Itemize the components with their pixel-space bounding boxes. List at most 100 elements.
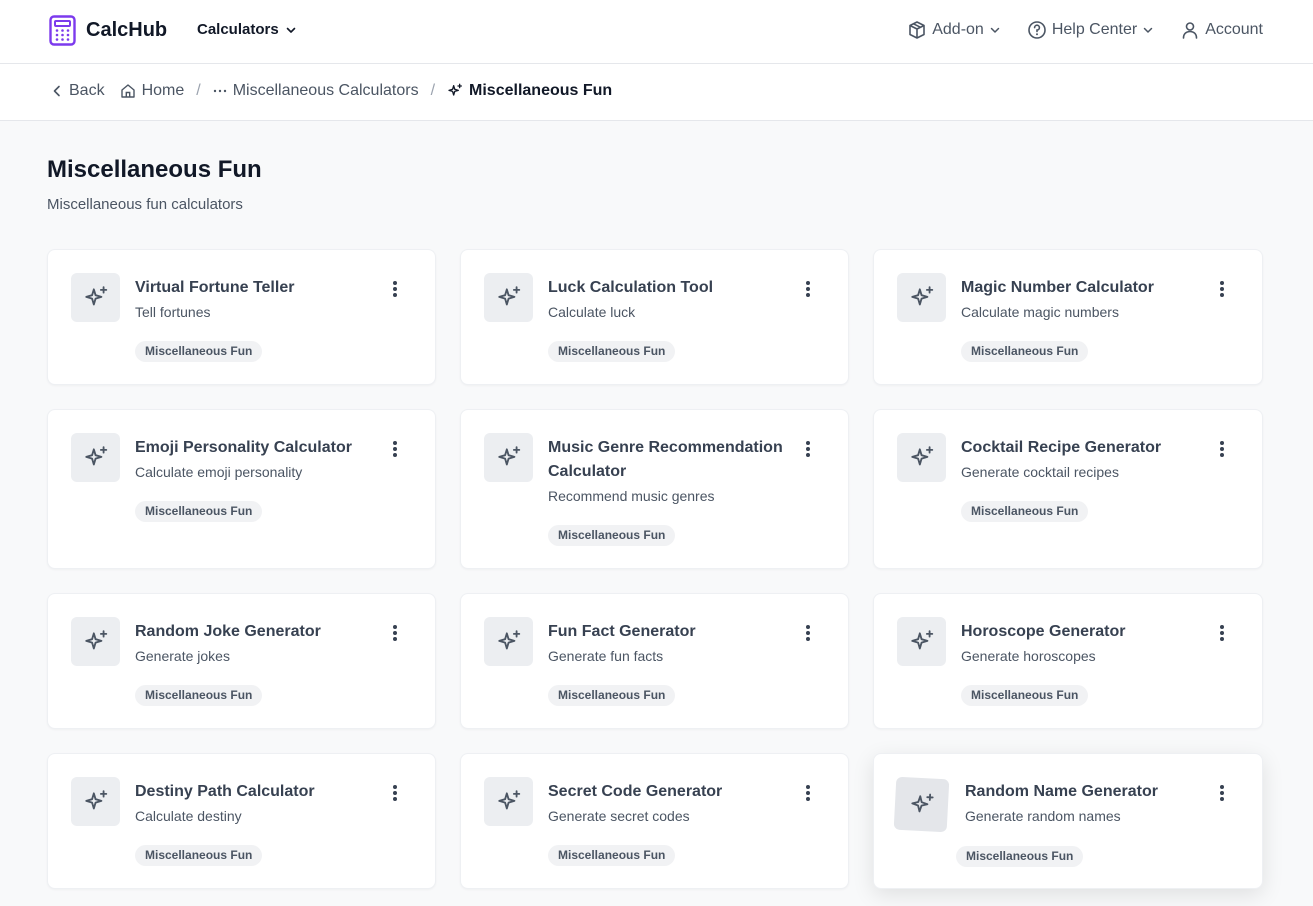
- addon-label: Add-on: [932, 21, 984, 38]
- more-vertical-icon[interactable]: [802, 624, 814, 642]
- card-title: Horoscope Generator: [961, 623, 1126, 640]
- more-vertical-icon[interactable]: [802, 280, 814, 298]
- sparkles-icon: [84, 285, 107, 305]
- back-button[interactable]: Back: [51, 82, 105, 100]
- more-vertical-icon[interactable]: [389, 624, 401, 642]
- breadcrumb-bar: Back Home / Miscellaneous Calculators / …: [0, 64, 1313, 121]
- card-description: Recommend music genres: [548, 488, 715, 504]
- category-badge: Miscellaneous Fun: [961, 501, 1089, 522]
- calculator-card[interactable]: Luck Calculation Tool Calculate luck Mis…: [460, 249, 849, 385]
- more-vertical-icon[interactable]: [802, 440, 814, 458]
- calculators-menu-label: Calculators: [197, 21, 279, 38]
- card-title: Fun Fact Generator: [548, 623, 696, 640]
- sparkles-icon: [448, 83, 463, 96]
- breadcrumb-current-label: Miscellaneous Fun: [469, 82, 613, 99]
- calculator-card[interactable]: Horoscope Generator Generate horoscopes …: [873, 593, 1263, 729]
- more-vertical-icon[interactable]: [802, 784, 814, 802]
- card-title: Cocktail Recipe Generator: [961, 439, 1162, 456]
- more-vertical-icon[interactable]: [1216, 784, 1228, 802]
- card-description: Calculate magic numbers: [961, 304, 1119, 320]
- calculator-logo-icon: [49, 15, 76, 46]
- category-badge: Miscellaneous Fun: [548, 845, 676, 866]
- chevron-down-icon: [1143, 27, 1153, 33]
- more-vertical-icon[interactable]: [389, 784, 401, 802]
- calculator-card[interactable]: Destiny Path Calculator Calculate destin…: [47, 753, 436, 889]
- breadcrumb-miscellaneous-calculators[interactable]: Miscellaneous Calculators: [213, 82, 419, 100]
- more-horizontal-icon: [213, 89, 226, 93]
- sparkles-icon: [910, 629, 933, 649]
- calculator-card[interactable]: Magic Number Calculator Calculate magic …: [873, 249, 1263, 385]
- card-icon-box: [484, 777, 533, 826]
- user-icon: [1182, 22, 1198, 39]
- package-icon: [909, 21, 926, 39]
- card-icon-box: [897, 433, 946, 482]
- brand-link[interactable]: CalcHub: [49, 15, 167, 46]
- card-icon-box: [71, 777, 120, 826]
- sparkles-icon: [497, 445, 520, 465]
- card-description: Calculate destiny: [135, 808, 242, 824]
- calculator-card[interactable]: Random Name Generator Generate random na…: [873, 753, 1263, 889]
- card-description: Generate horoscopes: [961, 648, 1096, 664]
- breadcrumb-separator: /: [196, 82, 201, 99]
- more-vertical-icon[interactable]: [1216, 624, 1228, 642]
- card-title: Secret Code Generator: [548, 783, 723, 800]
- card-icon-box: [893, 776, 950, 833]
- card-icon-box: [71, 273, 120, 322]
- category-badge: Miscellaneous Fun: [548, 525, 676, 546]
- category-badge: Miscellaneous Fun: [135, 341, 263, 362]
- breadcrumb-home[interactable]: Home: [120, 82, 185, 100]
- sparkles-icon: [910, 285, 933, 305]
- card-description: Generate jokes: [135, 648, 230, 664]
- card-icon-box: [897, 273, 946, 322]
- calculator-card[interactable]: Fun Fact Generator Generate fun facts Mi…: [460, 593, 849, 729]
- more-vertical-icon[interactable]: [1216, 440, 1228, 458]
- top-navbar: CalcHub Calculators Add-on Help Center A…: [0, 0, 1313, 64]
- category-badge: Miscellaneous Fun: [956, 846, 1084, 867]
- card-title: Emoji Personality Calculator: [135, 439, 352, 456]
- calculator-card[interactable]: Virtual Fortune Teller Tell fortunes Mis…: [47, 249, 436, 385]
- calculator-card[interactable]: Random Joke Generator Generate jokes Mis…: [47, 593, 436, 729]
- category-badge: Miscellaneous Fun: [135, 501, 263, 522]
- card-icon-box: [484, 433, 533, 482]
- card-description: Generate cocktail recipes: [961, 464, 1119, 480]
- card-title: Magic Number Calculator: [961, 279, 1154, 296]
- back-label: Back: [69, 82, 105, 99]
- sparkles-icon: [84, 445, 107, 465]
- more-vertical-icon[interactable]: [389, 280, 401, 298]
- help-center-label: Help Center: [1051, 21, 1138, 38]
- card-icon-box: [71, 617, 120, 666]
- calculator-card[interactable]: Emoji Personality Calculator Calculate e…: [47, 409, 436, 569]
- more-vertical-icon[interactable]: [389, 440, 401, 458]
- more-vertical-icon[interactable]: [1216, 280, 1228, 298]
- sparkles-icon: [84, 789, 107, 809]
- breadcrumb-separator: /: [430, 82, 436, 99]
- account-menu[interactable]: Account: [1180, 20, 1263, 40]
- help-center-menu[interactable]: Help Center: [1027, 20, 1154, 40]
- sparkles-icon: [497, 789, 520, 809]
- sparkles-icon: [497, 285, 520, 305]
- card-title: Virtual Fortune Teller: [135, 279, 295, 296]
- card-description: Calculate emoji personality: [135, 464, 303, 480]
- calculator-card[interactable]: Cocktail Recipe Generator Generate cockt…: [873, 409, 1263, 569]
- chevron-down-icon: [990, 27, 1000, 33]
- card-title: Music Genre Recommendation Calculator: [548, 439, 783, 480]
- card-title: Destiny Path Calculator: [135, 783, 315, 800]
- calculators-menu[interactable]: Calculators: [197, 21, 297, 38]
- chevron-left-icon: [53, 85, 60, 97]
- breadcrumb-parent-label: Miscellaneous Calculators: [232, 82, 419, 99]
- addon-menu[interactable]: Add-on: [907, 20, 1001, 40]
- category-badge: Miscellaneous Fun: [135, 845, 263, 866]
- breadcrumb-home-label: Home: [141, 82, 185, 99]
- card-icon-box: [897, 617, 946, 666]
- card-icon-box: [484, 617, 533, 666]
- sparkles-icon: [84, 629, 107, 649]
- chevron-down-icon: [286, 27, 296, 33]
- category-badge: Miscellaneous Fun: [548, 341, 676, 362]
- category-badge: Miscellaneous Fun: [548, 685, 676, 706]
- category-badge: Miscellaneous Fun: [961, 685, 1089, 706]
- calculator-card[interactable]: Music Genre Recommendation Calculator Re…: [460, 409, 849, 569]
- card-title: Random Name Generator: [965, 783, 1158, 800]
- calculator-card[interactable]: Secret Code Generator Generate secret co…: [460, 753, 849, 889]
- sparkles-icon: [497, 629, 520, 649]
- breadcrumb-current: Miscellaneous Fun: [447, 82, 612, 100]
